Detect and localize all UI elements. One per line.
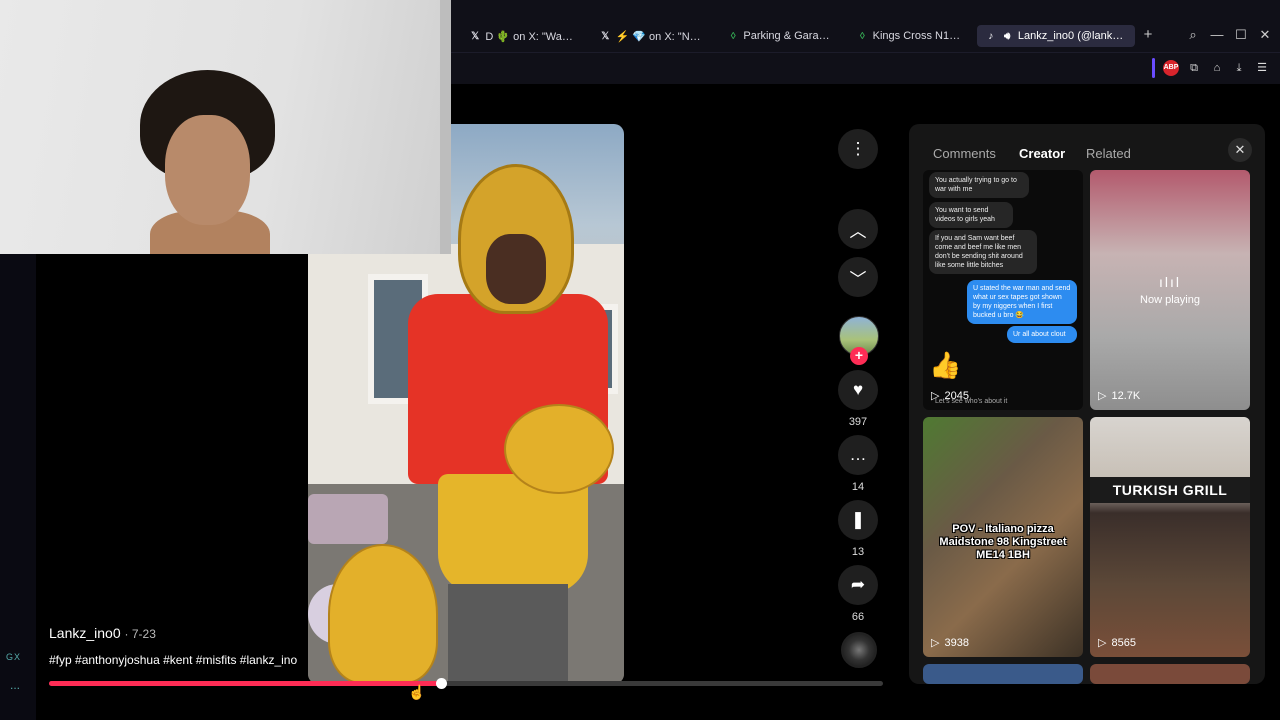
gx-sidebar-label: GX (6, 652, 22, 662)
x-logo-icon: 𝕏 (471, 30, 480, 42)
minimize-icon[interactable]: — (1208, 26, 1226, 44)
browser-tab-4[interactable]: ◊ Kings Cross N1 | Co (849, 25, 969, 47)
side-panel: Comments Creator Related ✕ You actually … (909, 124, 1265, 684)
chevron-up-icon: ︿ (849, 221, 867, 241)
previous-video-button[interactable]: ︿ (838, 209, 878, 249)
webcam-person-face (165, 115, 250, 225)
video-subject-legs (448, 584, 568, 684)
save-count: 13 (851, 546, 865, 558)
tab-related[interactable]: Related (1086, 146, 1131, 161)
sidebar-more-icon[interactable]: ... (10, 678, 20, 692)
browser-tab-1[interactable]: 𝕏 D 🌵 on X: "Was this (462, 25, 582, 47)
webcam-overlay (0, 0, 451, 254)
tab-creator[interactable]: Creator (1019, 146, 1065, 161)
post-date: · 7-23 (124, 627, 156, 641)
more-options-button[interactable]: ⋮ (838, 129, 878, 169)
thumbnail-title: POV - Italiano pizza Maidstone 98 Kingst… (939, 523, 1067, 561)
video-thumbnail[interactable]: TURKISH GRILL ▷ 8565 (1090, 417, 1250, 657)
gx-sidebar (0, 254, 36, 720)
share-arrow-icon: ➦ (850, 575, 866, 594)
new-tab-button[interactable]: + (1139, 26, 1157, 44)
video-thumbnail[interactable] (923, 664, 1083, 684)
video-backdrop (36, 254, 308, 684)
comment-icon: … (849, 445, 867, 464)
extensions-accent (1152, 58, 1155, 78)
progress-handle[interactable] (435, 678, 447, 689)
chat-message-in: You want to send videos to girls yeah (929, 202, 1013, 228)
close-panel-button[interactable]: ✕ (1228, 138, 1252, 162)
tab-title: D 🌵 on X: "Was this (485, 30, 574, 43)
tiktok-icon: ♪ (988, 30, 994, 42)
map-pin-icon: ◊ (730, 30, 736, 42)
close-icon: ✕ (1234, 142, 1246, 157)
video-subject-glove (328, 544, 438, 684)
browser-tab-5-active[interactable]: ♪ 🔊︎ Lankz_ino0 (@lankz_in (977, 25, 1135, 47)
video-scene-cushion (308, 494, 388, 544)
comment-count: 14 (851, 481, 865, 493)
abp-icon[interactable]: ABP (1163, 60, 1179, 76)
browser-tab-3[interactable]: ◊ Parking & Garages T (720, 25, 840, 47)
account-icon[interactable]: ⌂ (1209, 60, 1225, 76)
play-icon: ▷ (1098, 390, 1107, 402)
now-playing-label: Now playing (1140, 294, 1200, 306)
view-count: ▷ 3938 (931, 636, 969, 650)
play-icon: ▷ (1098, 637, 1107, 649)
share-count: 66 (851, 611, 865, 623)
tab-title: Parking & Garages T (743, 30, 832, 42)
progress-fill (49, 681, 441, 686)
video-subject-glove (504, 404, 614, 494)
view-count: ▷ 8565 (1098, 636, 1136, 650)
download-icon[interactable]: ⤓ (1231, 60, 1247, 76)
play-icon: ▷ (931, 637, 940, 649)
search-icon[interactable]: ⌕ (1184, 26, 1202, 44)
thumbnail-title: TURKISH GRILL (1090, 477, 1250, 503)
save-button[interactable]: ❚ (838, 500, 878, 540)
video-thumbnail-now-playing[interactable]: ılıl Now playing ▷ 12.7K (1090, 170, 1250, 410)
music-disc-icon[interactable] (841, 632, 877, 668)
chat-message-in: You actually trying to go to war with me (929, 172, 1029, 198)
video-thumbnail[interactable]: POV - Italiano pizza Maidstone 98 Kingst… (923, 417, 1083, 657)
thumbs-up-emoji: 👍 (929, 350, 962, 380)
more-vertical-icon: ⋮ (849, 139, 867, 158)
like-count: 397 (848, 416, 868, 428)
menu-icon[interactable]: ☰ (1254, 60, 1270, 76)
tab-title: Lankz_ino0 (@lankz_in (1017, 30, 1127, 42)
close-window-icon[interactable]: ✕ (1256, 26, 1274, 44)
chat-message-in: If you and Sam want beef come and beef m… (929, 230, 1037, 274)
speaker-icon[interactable]: 🔊︎ (1001, 30, 1012, 42)
follow-button[interactable]: + (850, 347, 868, 365)
play-icon: ▷ (931, 390, 940, 402)
video-thumbnail[interactable]: You actually trying to go to war with me… (923, 170, 1083, 410)
video-caption[interactable]: #fyp #anthonyjoshua #kent #misfits #lank… (49, 653, 297, 667)
webcam-wall (440, 0, 451, 254)
tab-comments[interactable]: Comments (933, 146, 996, 161)
video-thumbnail[interactable] (1090, 664, 1250, 684)
bookmark-icon: ❚ (850, 510, 866, 529)
equalizer-icon: ılıl (1159, 274, 1181, 290)
tab-title: ⚡ 💎 on X: "No way (615, 30, 706, 43)
view-count: ▷ 2045 (931, 389, 969, 403)
map-pin-icon: ◊ (859, 30, 865, 42)
view-count: ▷ 12.7K (1098, 389, 1141, 403)
video-author[interactable]: Lankz_ino0 · 7-23 (49, 625, 156, 641)
chat-message-out: U stated the war man and send what ur se… (967, 280, 1077, 324)
next-video-button[interactable]: ﹀ (838, 257, 878, 297)
author-name[interactable]: Lankz_ino0 (49, 625, 121, 641)
x-logo-icon: 𝕏 (601, 30, 610, 42)
maximize-icon[interactable]: ☐ (1232, 26, 1250, 44)
browser-tab-2[interactable]: 𝕏 ⚡ 💎 on X: "No way (592, 25, 714, 47)
comment-button[interactable]: … (838, 435, 878, 475)
now-playing-indicator: ılıl Now playing (1090, 274, 1250, 306)
like-button[interactable]: ♥ (838, 370, 878, 410)
chat-message-out: Ur all about clout (1007, 326, 1077, 343)
puzzle-icon[interactable]: ⧉ (1186, 60, 1202, 76)
video-progress-bar[interactable] (49, 678, 883, 689)
share-button[interactable]: ➦ (838, 565, 878, 605)
heart-icon: ♥ (852, 380, 864, 399)
mouse-cursor-icon: ☝ (408, 684, 426, 700)
chevron-down-icon: ﹀ (849, 269, 867, 289)
video-subject-face (486, 234, 546, 304)
tab-title: Kings Cross N1 | Co (872, 30, 961, 42)
